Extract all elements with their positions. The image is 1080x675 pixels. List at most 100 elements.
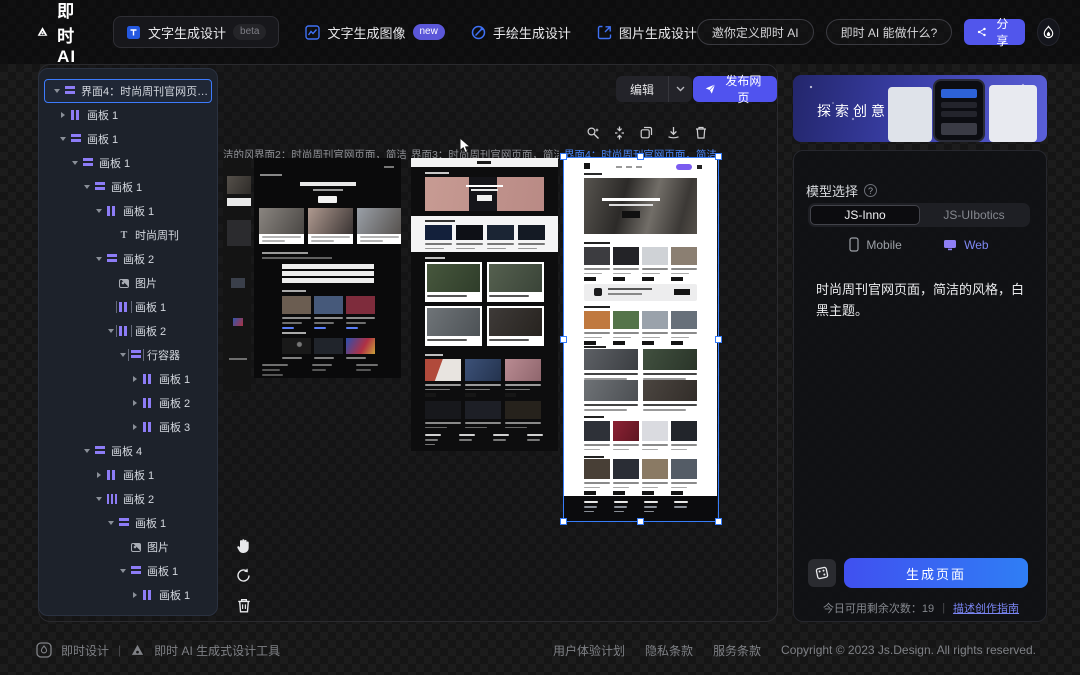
- nav-item[interactable]: 文字生成设计 beta: [113, 16, 280, 48]
- nav-item[interactable]: 图片生成设计: [597, 16, 697, 48]
- selection-handle-s[interactable]: [637, 518, 644, 525]
- caret-right-icon[interactable]: [130, 398, 140, 408]
- layer-row[interactable]: 行容器: [39, 343, 217, 367]
- footer-link-privacy[interactable]: 隐私条款: [645, 642, 693, 659]
- caret-right-icon[interactable]: [130, 590, 140, 600]
- layer-row[interactable]: 画板 1: [39, 127, 217, 151]
- caret-down-icon[interactable]: [106, 518, 116, 528]
- jsai-logo-icon: [37, 27, 48, 36]
- layer-row[interactable]: 图片: [39, 271, 217, 295]
- nav-badge: new: [412, 24, 445, 40]
- frame-1-thumbnail[interactable]: [223, 158, 251, 391]
- hand-tool-icon[interactable]: [235, 537, 252, 554]
- caret-right-icon[interactable]: [94, 470, 104, 480]
- publish-button[interactable]: 发布网页: [693, 74, 777, 105]
- layer-row[interactable]: 画板 2: [39, 319, 217, 343]
- edit-dropdown-button[interactable]: [668, 76, 693, 102]
- footer-link-terms[interactable]: 服务条款: [713, 642, 761, 659]
- model-option-jsuibotics[interactable]: JS-UIbotics: [920, 205, 1028, 225]
- selection-handle-se[interactable]: [715, 518, 722, 525]
- layer-label: 画板 1: [111, 182, 143, 194]
- selection-handle-e[interactable]: [715, 336, 722, 343]
- model-option-jsinno[interactable]: JS-Inno: [810, 205, 920, 225]
- frame-layer-icon: [143, 422, 153, 432]
- layer-row[interactable]: 画板 1: [39, 463, 217, 487]
- caret-right-icon[interactable]: [58, 110, 68, 120]
- caret-down-icon[interactable]: [106, 326, 116, 336]
- footer-link-ux[interactable]: 用户体验计划: [553, 642, 625, 659]
- layer-row[interactable]: 画板 1: [39, 295, 217, 319]
- platform-web[interactable]: Web: [943, 238, 989, 252]
- layer-row[interactable]: 画板 1: [39, 151, 217, 175]
- copy-icon[interactable]: [639, 125, 654, 140]
- history-loop-icon[interactable]: [235, 567, 252, 584]
- footer-brand[interactable]: 即时设计: [61, 642, 109, 659]
- selection-handle-sw[interactable]: [560, 518, 567, 525]
- caret-down-icon[interactable]: [118, 566, 128, 576]
- nav-right: 邀你定义即时 AI 即时 AI 能做什么? 分享: [696, 17, 1061, 48]
- frame-4-thumbnail[interactable]: [564, 158, 717, 521]
- nav-item[interactable]: 文字生成图像 new: [305, 16, 445, 48]
- caret-down-icon[interactable]: [52, 86, 62, 96]
- caret-down-icon[interactable]: [82, 182, 92, 192]
- frame-3-thumbnail[interactable]: [411, 158, 558, 451]
- nav-pill-help[interactable]: 即时 AI 能做什么?: [825, 19, 953, 45]
- delete-icon[interactable]: [693, 125, 708, 140]
- layer-row[interactable]: 界面4：时尚周刊官网页面，简…: [44, 79, 212, 103]
- caret-down-icon[interactable]: [94, 254, 104, 264]
- magic-wand-icon[interactable]: [585, 125, 600, 140]
- caret-down-icon[interactable]: [82, 446, 92, 456]
- layer-row[interactable]: 画板 1: [39, 199, 217, 223]
- layer-row[interactable]: 画板 1: [39, 175, 217, 199]
- caret-right-icon[interactable]: [130, 374, 140, 384]
- layer-row[interactable]: 画板 1: [39, 103, 217, 127]
- layer-row[interactable]: 画板 3: [39, 415, 217, 439]
- caret-down-icon[interactable]: [118, 350, 128, 360]
- caret-down-icon[interactable]: [58, 134, 68, 144]
- layer-row[interactable]: 画板 2: [39, 247, 217, 271]
- jsdesign-flame-button[interactable]: [1036, 18, 1061, 46]
- layer-row[interactable]: T 时尚周刊: [39, 223, 217, 247]
- layer-row[interactable]: 图片: [39, 535, 217, 559]
- caret-down-icon[interactable]: [94, 494, 104, 504]
- nav-pill-invite[interactable]: 邀你定义即时 AI: [696, 19, 814, 45]
- trash-tool-icon[interactable]: [235, 597, 252, 614]
- selection-handle-nw[interactable]: [560, 153, 567, 160]
- frame-2-thumbnail[interactable]: [254, 158, 401, 378]
- frame-layer-icon: [83, 158, 93, 168]
- download-icon[interactable]: [666, 125, 681, 140]
- platform-mobile[interactable]: Mobile: [849, 237, 902, 252]
- share-button[interactable]: 分享: [964, 17, 1025, 48]
- collapse-vertical-icon[interactable]: [612, 125, 627, 140]
- layer-row[interactable]: 画板 4: [39, 439, 217, 463]
- selection-handle-w[interactable]: [560, 336, 567, 343]
- caret-down-icon[interactable]: [70, 158, 80, 168]
- layer-row[interactable]: 画板 2: [39, 487, 217, 511]
- layer-row[interactable]: 画板 1: [39, 511, 217, 535]
- frame-layer-icon: [95, 446, 105, 456]
- text-design-icon: [126, 25, 141, 40]
- selection-handle-ne[interactable]: [715, 153, 722, 160]
- layer-row[interactable]: 画板 1: [39, 559, 217, 583]
- footer-product[interactable]: 即时 AI 生成式设计工具: [154, 642, 280, 659]
- explore-banner[interactable]: 探索创意: [793, 75, 1047, 142]
- nav-item[interactable]: 手绘生成设计: [471, 16, 571, 48]
- dice-icon: [815, 566, 829, 580]
- random-prompt-button[interactable]: [808, 559, 836, 587]
- generate-page-button[interactable]: 生成页面: [844, 558, 1028, 588]
- edit-button[interactable]: 编辑: [616, 76, 669, 102]
- layer-row[interactable]: 画板 1: [39, 367, 217, 391]
- footer-links-group: 用户体验计划 隐私条款 服务条款 Copyright © 2023 Js.Des…: [553, 642, 1036, 659]
- prompt-text[interactable]: 时尚周刊官网页面，简洁的风格，白黑主题。: [816, 279, 1030, 321]
- layer-row[interactable]: 画板 1: [39, 583, 217, 607]
- caret-right-icon[interactable]: [130, 422, 140, 432]
- frame-layer-icon: [71, 134, 81, 144]
- selection-handle-n[interactable]: [637, 153, 644, 160]
- layer-label: 画板 1: [147, 566, 179, 578]
- app-logo[interactable]: 即时AI: [36, 0, 87, 67]
- banner-card-left: [888, 87, 932, 142]
- caret-down-icon[interactable]: [94, 206, 104, 216]
- help-icon[interactable]: ?: [864, 184, 878, 197]
- layer-row[interactable]: 画板 2: [39, 391, 217, 415]
- guide-link[interactable]: 描述创作指南: [953, 600, 1019, 616]
